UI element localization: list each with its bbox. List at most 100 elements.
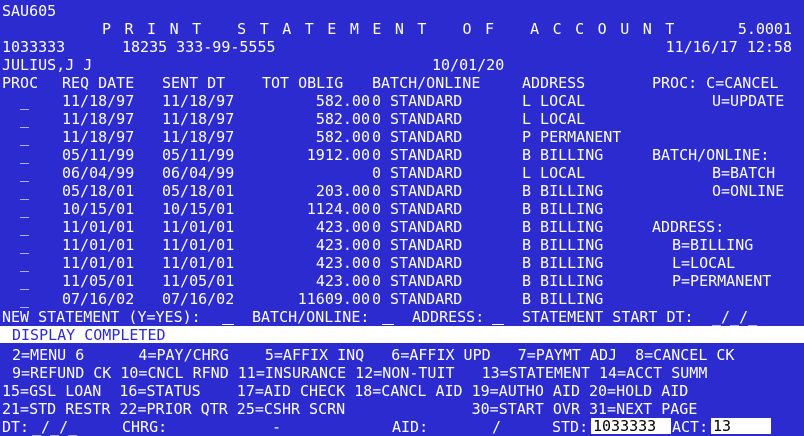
column-header-address: ADDRESS (522, 74, 586, 92)
req-date: 05/18/01 (62, 182, 135, 200)
address: B BILLING (522, 146, 604, 164)
tot-oblig: 423.00 (315, 236, 370, 254)
column-header-tot-oblig: TOT OBLIG (262, 74, 344, 92)
batch-online: 0 STANDARD (372, 290, 463, 308)
batch-online-input[interactable] (382, 308, 394, 325)
req-date: 10/15/01 (62, 200, 135, 218)
screen-id: SAU605 (2, 2, 57, 20)
sent-date: 11/18/97 (162, 128, 235, 146)
column-header-sent-dt: SENT DT (162, 74, 226, 92)
proc-field[interactable]: _ (20, 200, 29, 218)
sent-date: 05/18/01 (162, 182, 235, 200)
function-keys-row-3: 15=GSL LOAN 16=STATUS 17=AID CHECK 18=CA… (2, 382, 689, 400)
proc-field[interactable]: _ (20, 110, 29, 128)
sent-date: 06/04/99 (162, 164, 235, 182)
batch-online: 0 STANDARD (372, 146, 463, 164)
batch-online: 0 STANDARD (372, 218, 463, 236)
legend-batch-b: B=BATCH (712, 164, 776, 182)
batch-online: 0 STANDARD (372, 254, 463, 272)
tot-oblig: 1124.00 (306, 200, 370, 218)
student-name: JULIUS,J J (2, 56, 93, 74)
aid-label: AID: (392, 418, 429, 436)
chrg-input[interactable]: - (272, 418, 281, 436)
address: B BILLING (522, 182, 604, 200)
tot-oblig: 423.00 (315, 254, 370, 272)
address: B BILLING (522, 254, 604, 272)
req-date: 11/18/97 (62, 110, 135, 128)
std-input[interactable]: 1033333 (591, 418, 671, 434)
proc-field[interactable]: _ (20, 254, 29, 272)
tot-oblig: 582.00 (315, 128, 370, 146)
req-date: 11/18/97 (62, 92, 135, 110)
batch-online: 0 STANDARD (372, 200, 463, 218)
terminal-screen: SAU605 PRINT STATEMENT OF ACCOUNT 5.0001… (0, 0, 804, 436)
sent-date: 11/18/97 (162, 92, 235, 110)
legend-proc-title: PROC: C=CANCEL (652, 74, 779, 92)
proc-field[interactable]: _ (20, 146, 29, 164)
act-input[interactable]: 13 (711, 418, 771, 434)
proc-field[interactable]: _ (20, 182, 29, 200)
sent-date: 05/11/99 (162, 146, 235, 164)
batch-online: 0 STANDARD (372, 128, 463, 146)
batch-online: 0 STANDARD (372, 110, 463, 128)
batch-online: 0 STANDARD (372, 272, 463, 290)
address: B BILLING (522, 272, 604, 290)
start-date-input[interactable]: _/_/_ (712, 308, 757, 326)
proc-field[interactable]: _ (20, 164, 29, 182)
req-date: 11/01/01 (62, 218, 135, 236)
req-date: 07/16/02 (62, 290, 135, 308)
proc-field[interactable]: _ (20, 272, 29, 290)
batch-online-label: BATCH/ONLINE: (252, 308, 370, 326)
function-keys-row-2: 9=REFUND CK 10=CNCL RFND 11=INSURANCE 12… (12, 364, 708, 382)
batch-online: 0 STANDARD (372, 182, 463, 200)
batch-online: 0 STANDARD (372, 164, 463, 182)
address: B BILLING (522, 236, 604, 254)
chrg-label: CHRG: (122, 418, 168, 436)
address: L LOCAL (522, 92, 586, 110)
function-keys-row-1: 2=MENU 6 4=PAY/CHRG 5=AFFIX INQ 6=AFFIX … (12, 346, 735, 364)
tot-oblig: 423.00 (315, 218, 370, 236)
legend-address-l: L=LOCAL (672, 254, 736, 272)
aid-input[interactable]: / (492, 418, 501, 436)
tot-oblig: 203.00 (315, 182, 370, 200)
std-label: STD: (552, 418, 589, 436)
new-statement-input[interactable] (222, 308, 234, 325)
proc-field[interactable]: _ (20, 290, 29, 308)
batch-online: 0 STANDARD (372, 92, 463, 110)
legend-batch-o: O=ONLINE (712, 182, 785, 200)
page-title: PRINT STATEMENT OF ACCOUNT (102, 20, 688, 38)
legend-address-b: B=BILLING (672, 236, 754, 254)
proc-field[interactable]: _ (20, 128, 29, 146)
date-time: 11/16/17 12:58 (665, 38, 792, 56)
proc-field[interactable]: _ (20, 236, 29, 254)
sent-date: 10/15/01 (162, 200, 235, 218)
address-input[interactable] (492, 308, 504, 325)
sent-date: 11/01/01 (162, 236, 235, 254)
sent-date: 11/01/01 (162, 218, 235, 236)
dt-input[interactable]: _/_/_ (32, 418, 77, 436)
sent-date: 11/18/97 (162, 110, 235, 128)
legend-proc-update: U=UPDATE (712, 92, 785, 110)
dt-label: DT: (2, 418, 30, 436)
new-statement-label: NEW STATEMENT (Y=YES): (2, 308, 201, 326)
function-keys-row-4: 21=STD RESTR 22=PRIOR QTR 25=CSHR SCRN 3… (2, 400, 698, 418)
address-label: ADDRESS: (412, 308, 485, 326)
tot-oblig: 582.00 (315, 92, 370, 110)
column-header-req-date: REQ DATE (62, 74, 135, 92)
legend-address-title: ADDRESS: (652, 218, 725, 236)
student-id: 1033333 (2, 38, 66, 56)
proc-field[interactable]: _ (20, 92, 29, 110)
batch-online: 0 STANDARD (372, 236, 463, 254)
sent-date: 11/01/01 (162, 254, 235, 272)
address: B BILLING (522, 200, 604, 218)
address: L LOCAL (522, 110, 586, 128)
start-date-label: STATEMENT START DT: (522, 308, 694, 326)
address: P PERMANENT (522, 128, 622, 146)
req-date: 06/04/99 (62, 164, 135, 182)
tot-oblig: 582.00 (315, 110, 370, 128)
version: 5.0001 (737, 20, 792, 38)
status-message: DISPLAY COMPLETED (12, 326, 166, 344)
tot-oblig: 11609.00 (297, 290, 370, 308)
column-header-batch-online: BATCH/ONLINE (372, 74, 481, 92)
proc-field[interactable]: _ (20, 218, 29, 236)
